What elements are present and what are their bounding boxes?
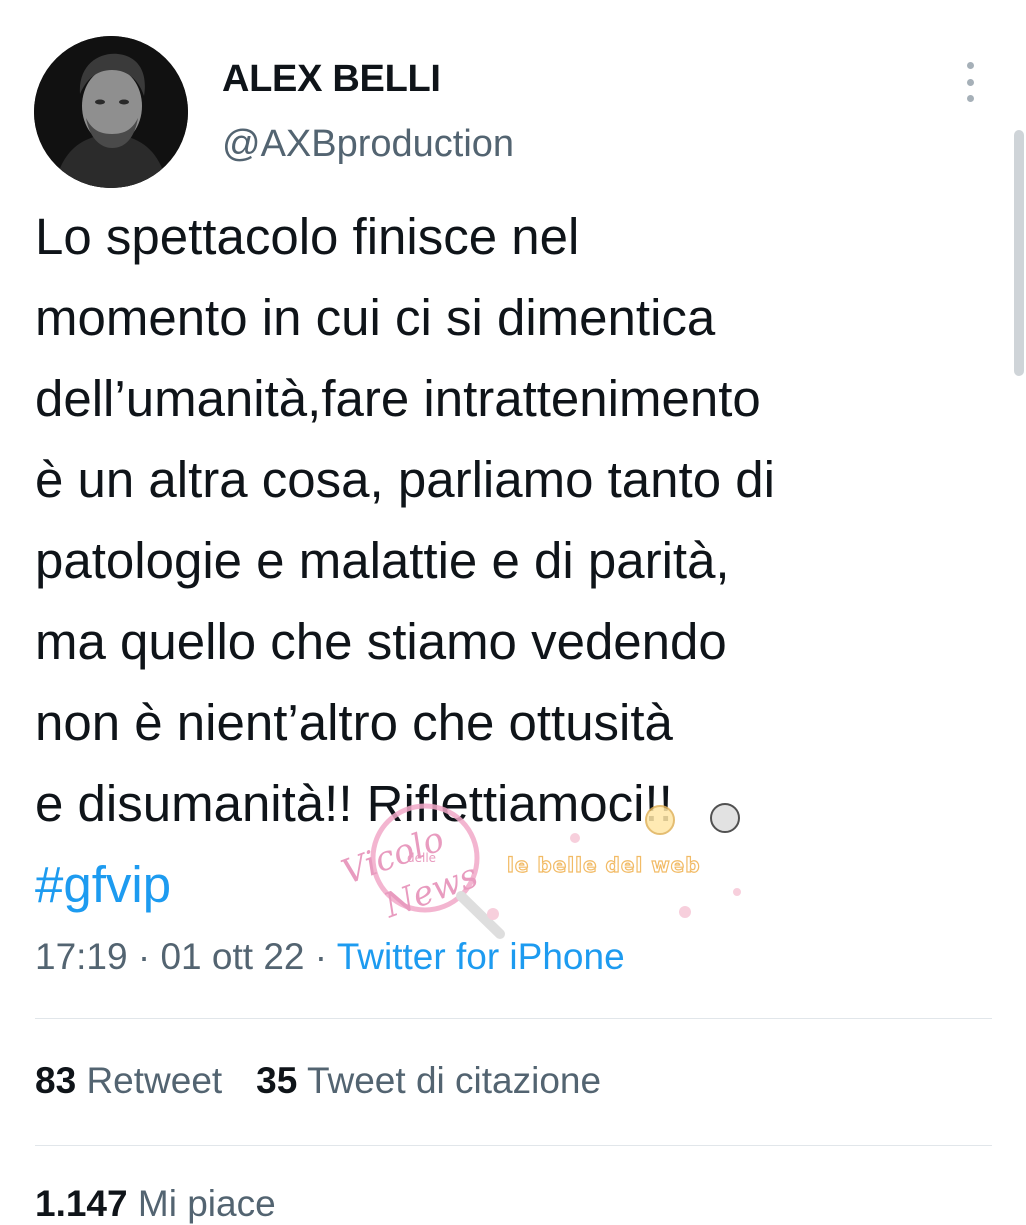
meta-separator: · xyxy=(137,936,151,977)
likes-stat[interactable]: 1.147 Mi piace xyxy=(35,1183,276,1225)
tweet-time: 17:19 xyxy=(35,936,128,977)
profile-photo xyxy=(34,36,188,188)
watermark-brand-small: delle xyxy=(407,851,436,865)
scrollbar-thumb[interactable] xyxy=(1014,130,1024,376)
quotes-count: 35 xyxy=(256,1060,298,1101)
watermark: Vicolo delle News le belle del web xyxy=(325,800,765,950)
tweet-line: è un altra cosa, parliamo tanto di xyxy=(35,451,775,508)
meta-separator: · xyxy=(314,936,328,977)
tweet-line: non è nient’altro che ottusità xyxy=(35,694,673,751)
tweet-line: patologie e malattie e di parità, xyxy=(35,532,730,589)
tweet-source-link[interactable]: Twitter for iPhone xyxy=(337,936,625,977)
tweet-line: dell’umanità,fare intrattenimento xyxy=(35,370,761,427)
retweets-label: Retweet xyxy=(86,1060,223,1101)
tweet-meta: 17:19 · 01 ott 22 · Twitter for iPhone xyxy=(35,936,625,978)
likes-count: 1.147 xyxy=(35,1183,128,1224)
author-name[interactable]: ALEX BELLI xyxy=(222,58,441,101)
watermark-tagline: le belle del web xyxy=(507,853,701,877)
quotes-label: Tweet di citazione xyxy=(306,1060,602,1101)
avatar[interactable] xyxy=(34,36,188,188)
retweets-count: 83 xyxy=(35,1060,77,1101)
tweet-line: Lo spettacolo finisce nel xyxy=(35,208,580,265)
retweets-stat[interactable]: 83 Retweet xyxy=(35,1060,222,1101)
tweet-line: momento in cui ci si dimentica xyxy=(35,289,716,346)
author-handle[interactable]: @AXBproduction xyxy=(222,123,514,166)
quotes-stat[interactable]: 35 Tweet di citazione xyxy=(256,1060,601,1101)
likes-label: Mi piace xyxy=(137,1183,276,1224)
more-options-icon[interactable] xyxy=(960,62,980,102)
divider xyxy=(35,1018,992,1019)
tweet-line: ma quello che stiamo vedendo xyxy=(35,613,727,670)
tweet-date: 01 ott 22 xyxy=(160,936,305,977)
divider xyxy=(35,1145,992,1146)
engagement-stats: 83 Retweet 35 Tweet di citazione xyxy=(35,1060,601,1102)
